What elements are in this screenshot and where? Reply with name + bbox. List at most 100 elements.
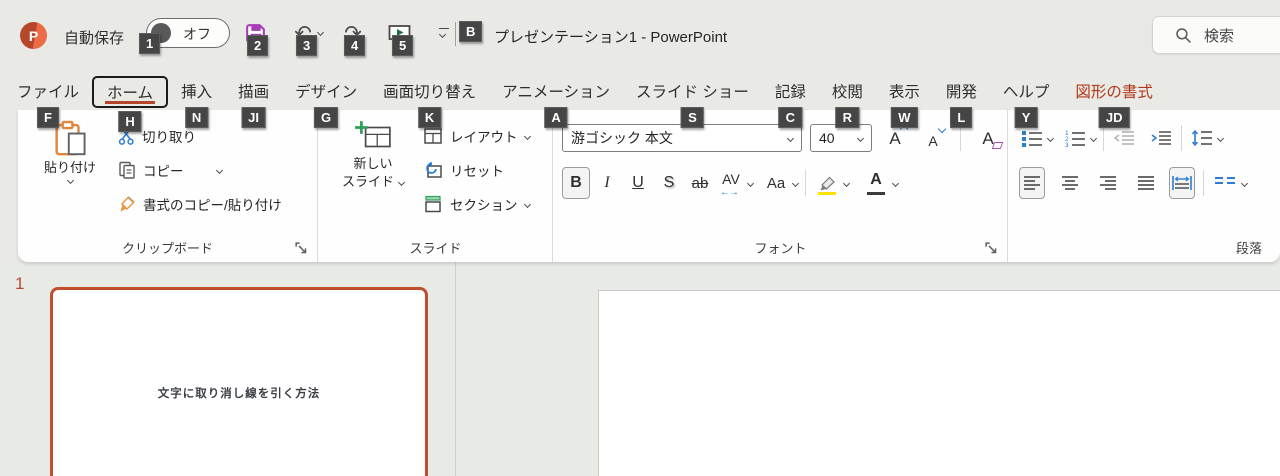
- bold-button[interactable]: B: [562, 167, 590, 199]
- tab-transitions[interactable]: 画面切り替え K: [370, 72, 489, 128]
- thumbnail-panel-divider[interactable]: [455, 262, 456, 476]
- tab-record[interactable]: 記録 C: [762, 72, 819, 128]
- section-label: セクション: [450, 198, 518, 213]
- slide-number: 1: [15, 274, 25, 293]
- tab-file[interactable]: ファイル F: [4, 72, 92, 128]
- text-highlight-button[interactable]: [813, 167, 841, 199]
- keytip-autosave: 1: [139, 33, 161, 54]
- paragraph-row1-separator-2: [1181, 125, 1182, 151]
- grow-font-letter: A: [889, 129, 901, 148]
- highlight-chevron-icon[interactable]: [842, 179, 851, 187]
- autosave-label: 自動保存: [64, 30, 125, 47]
- copy-icon: [119, 161, 135, 179]
- line-spacing-chevron-icon[interactable]: [1216, 134, 1225, 142]
- section-dropdown-chevron-icon: [523, 200, 531, 208]
- underline-button[interactable]: U: [624, 167, 652, 199]
- tab-home[interactable]: ホーム H: [92, 76, 169, 132]
- bullets-chevron-icon[interactable]: [1046, 134, 1055, 142]
- columns-chevron-icon[interactable]: [1240, 179, 1249, 187]
- copy-button[interactable]: コピー: [118, 156, 282, 184]
- tab-review[interactable]: 校閲 R: [819, 72, 876, 128]
- character-spacing-button[interactable]: AV ←→: [717, 167, 745, 199]
- paste-label: 貼り付け: [43, 160, 96, 175]
- customize-qat-button[interactable]: [437, 26, 451, 42]
- shrink-caret-icon: [937, 124, 947, 134]
- font-name-combo[interactable]: 游ゴシック 本文: [562, 124, 802, 152]
- tab-record-label: 記録: [774, 84, 806, 101]
- reset-button[interactable]: リセット: [423, 156, 530, 184]
- align-center-button[interactable]: [1057, 168, 1083, 198]
- tab-animations[interactable]: アニメーション A: [489, 72, 623, 128]
- section-icon: [425, 195, 441, 213]
- change-case-button[interactable]: Aa: [762, 167, 790, 199]
- columns-button[interactable]: [1212, 168, 1238, 198]
- svg-text:3: 3: [1065, 142, 1069, 147]
- underline-letter: U: [632, 174, 644, 191]
- ribbon-tab-row: ファイル F ホーム H 挿入 N 描画 JI デザイン G 画面切り替え K …: [4, 72, 1166, 132]
- layout-dropdown-chevron-icon: [523, 132, 531, 140]
- shrink-font-button[interactable]: A: [918, 123, 948, 153]
- keytip-home: H: [118, 111, 142, 132]
- eraser-icon: [991, 142, 1004, 149]
- align-left-button[interactable]: [1019, 167, 1045, 199]
- font-size-combo[interactable]: 40: [810, 124, 872, 152]
- search-box[interactable]: 検索: [1152, 16, 1280, 54]
- text-shadow-button[interactable]: S: [655, 167, 683, 199]
- font-name-chevron-icon: [786, 134, 795, 143]
- tab-design-label: デザイン: [295, 84, 358, 101]
- tab-draw-label: 描画: [238, 84, 270, 101]
- section-button[interactable]: セクション: [423, 190, 531, 218]
- copy-dropdown-chevron-icon[interactable]: [215, 166, 223, 174]
- keytip-review: R: [835, 107, 860, 128]
- increase-indent-icon: [1151, 131, 1171, 145]
- change-case-chevron-icon[interactable]: [791, 179, 800, 187]
- tab-help[interactable]: ヘルプ Y: [990, 72, 1063, 128]
- powerpoint-window: P 自動保存 オフ 1 2 ↶ 3 ↷ 4 5 B プレゼンテーション1 - P…: [0, 0, 1280, 476]
- tab-design[interactable]: デザイン G: [282, 72, 370, 128]
- font-color-button[interactable]: A: [862, 167, 890, 199]
- tab-draw[interactable]: 描画 JI: [225, 72, 282, 128]
- distribute-text-button[interactable]: [1169, 167, 1195, 199]
- tab-slideshow[interactable]: スライド ショー S: [623, 72, 762, 128]
- columns-icon: [1215, 177, 1235, 184]
- new-slide-dropdown-chevron-icon: [397, 178, 406, 186]
- tab-insert[interactable]: 挿入 N: [168, 72, 225, 128]
- keytip-animations: A: [544, 107, 568, 128]
- slide-canvas[interactable]: [598, 290, 1280, 476]
- paste-dropdown-chevron-icon: [66, 176, 74, 185]
- font-row2-separator: [805, 170, 806, 196]
- tab-file-label: ファイル: [17, 84, 80, 101]
- clipboard-dialog-launcher-icon[interactable]: [295, 242, 309, 256]
- font-dialog-launcher-icon[interactable]: [985, 242, 999, 256]
- new-slide-button[interactable]: 新しい スライド: [331, 120, 415, 190]
- numbering-icon: 1 2 3: [1065, 130, 1085, 147]
- keytip-draw: JI: [241, 107, 266, 128]
- keytip-slideshow: 5: [392, 35, 414, 56]
- clear-formatting-button[interactable]: A: [973, 123, 1004, 153]
- tab-developer[interactable]: 開発 L: [933, 72, 990, 128]
- italic-button[interactable]: I: [593, 167, 621, 199]
- reset-icon: [426, 161, 442, 178]
- undo-dropdown-chevron-icon[interactable]: [316, 28, 325, 37]
- character-spacing-chevron-icon[interactable]: [746, 179, 755, 187]
- new-slide-label-1: 新しい: [353, 156, 393, 171]
- slide-thumbnail[interactable]: 文字に取り消し線を引く方法: [50, 287, 428, 476]
- tab-shape-format[interactable]: 図形の書式 JD: [1062, 72, 1166, 128]
- format-painter-button[interactable]: 書式のコピー/貼り付け: [118, 190, 282, 218]
- tab-view[interactable]: 表示 W: [876, 72, 933, 128]
- tab-animations-label: アニメーション: [502, 84, 611, 101]
- numbering-chevron-icon[interactable]: [1089, 134, 1098, 142]
- keytip-file: F: [37, 107, 59, 128]
- strikethrough-button[interactable]: ab: [686, 167, 714, 199]
- layout-icon: [424, 128, 442, 144]
- font-color-chevron-icon[interactable]: [891, 179, 900, 187]
- align-right-button[interactable]: [1095, 168, 1121, 198]
- paragraph-row2-separator: [1203, 170, 1204, 196]
- line-spacing-button[interactable]: [1189, 123, 1215, 153]
- paste-button[interactable]: 貼り付け: [32, 120, 108, 185]
- increase-indent-button[interactable]: [1148, 123, 1174, 153]
- align-center-icon: [1062, 176, 1078, 190]
- document-title: プレゼンテーション1 - PowerPoint: [494, 29, 728, 46]
- numbering-button[interactable]: 1 2 3: [1062, 123, 1088, 153]
- justify-button[interactable]: [1133, 168, 1159, 198]
